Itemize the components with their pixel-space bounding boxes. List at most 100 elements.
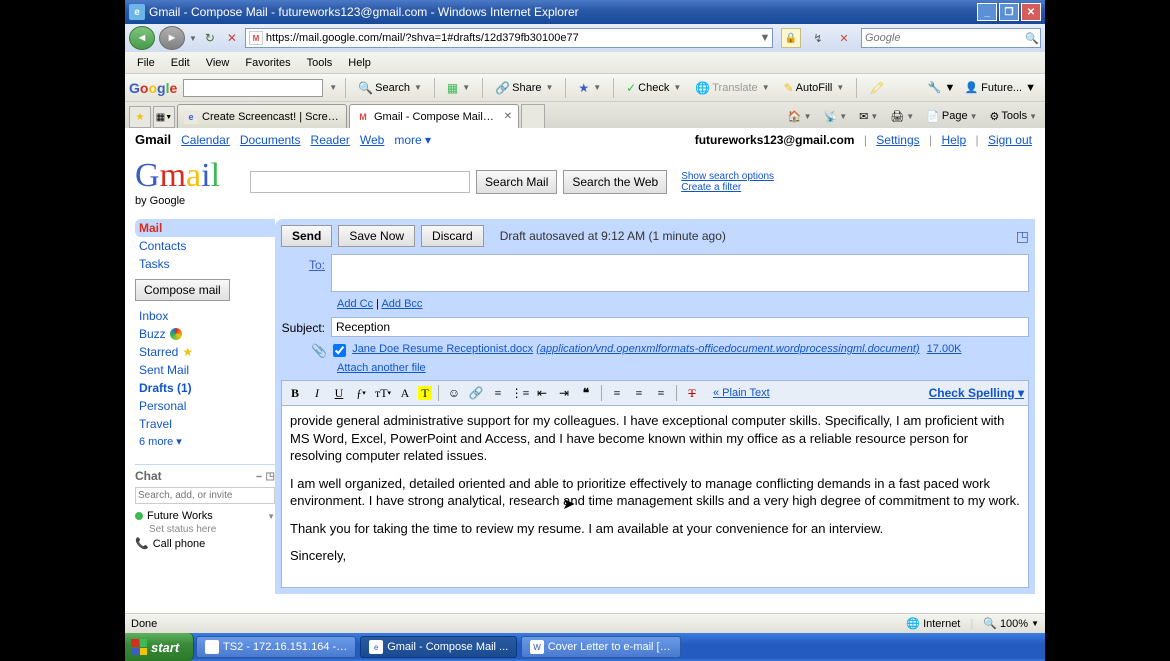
nav-reader[interactable]: Reader <box>311 133 350 147</box>
create-filter-link[interactable]: Create a filter <box>681 182 774 193</box>
align-right-button[interactable]: ≡ <box>652 384 670 402</box>
back-button[interactable]: ◄ <box>129 26 155 50</box>
menu-favorites[interactable]: Favorites <box>237 54 298 72</box>
minimize-button[interactable]: _ <box>977 3 997 21</box>
align-center-button[interactable]: ≡ <box>630 384 648 402</box>
toolbar-search-button[interactable]: 🔍Search▼ <box>354 79 426 97</box>
plain-text-link[interactable]: « Plain Text <box>713 387 770 399</box>
attach-another-link[interactable]: Attach another file <box>337 362 426 374</box>
chat-call-phone[interactable]: 📞Call phone <box>135 535 275 552</box>
add-bcc-link[interactable]: Add Bcc <box>381 298 422 310</box>
chat-search-input[interactable] <box>135 487 275 504</box>
chat-status-text[interactable]: Set status here <box>135 524 275 535</box>
refresh-button[interactable]: ↻ <box>201 29 219 47</box>
toolbar-share-button[interactable]: 🔗Share▼ <box>491 79 557 97</box>
font-button[interactable]: ƒ▾ <box>352 384 370 402</box>
signout-link[interactable]: Sign out <box>988 133 1032 147</box>
page-menu[interactable]: 📄Page▼ <box>922 108 981 125</box>
numbered-list-button[interactable]: ≡ <box>489 384 507 402</box>
toolbar-signin-button[interactable]: 🔧▼ 👤Future...▼ <box>923 79 1041 96</box>
quote-button[interactable]: ❝ <box>577 384 595 402</box>
search-mail-button[interactable]: Search Mail <box>476 170 557 194</box>
underline-button[interactable]: U <box>330 384 348 402</box>
new-tab-button[interactable] <box>521 104 545 128</box>
bold-button[interactable]: B <box>286 384 304 402</box>
mail-button[interactable]: ✉▼ <box>855 108 882 125</box>
search-web-button[interactable]: Search the Web <box>563 170 667 194</box>
link-button[interactable]: 🔗 <box>467 384 485 402</box>
forward-button[interactable]: ► <box>159 26 185 50</box>
address-bar[interactable]: M ▼ <box>245 28 773 48</box>
popout-icon[interactable]: ◳ <box>1016 228 1029 245</box>
save-now-button[interactable]: Save Now <box>338 225 415 247</box>
sidebar-more-labels[interactable]: 6 more ▾ <box>135 433 275 450</box>
quick-tabs-button[interactable]: ▦▼ <box>153 106 175 128</box>
browser-search-input[interactable] <box>862 32 1024 44</box>
subject-field[interactable] <box>331 317 1029 337</box>
url-input[interactable] <box>266 29 758 47</box>
remove-format-button[interactable]: T <box>683 384 701 402</box>
tools-menu[interactable]: ⚙Tools▼ <box>986 108 1041 125</box>
url-dropdown[interactable]: ▼ <box>758 32 772 44</box>
sidebar-travel[interactable]: Travel <box>135 415 275 433</box>
italic-button[interactable]: I <box>308 384 326 402</box>
compat-view-button[interactable]: ↯ <box>809 29 827 47</box>
refresh-icon[interactable]: ✕ <box>835 29 853 47</box>
toolbar-check-button[interactable]: ✓Check▼ <box>622 79 685 97</box>
tab-close-icon[interactable]: ✕ <box>504 111 512 122</box>
feeds-button[interactable]: 📡▼ <box>820 108 852 125</box>
attachment-filename[interactable]: Jane Doe Resume Receptionist.docx <box>352 343 533 355</box>
search-icon[interactable]: 🔍 <box>1024 32 1040 45</box>
help-link[interactable]: Help <box>941 133 966 147</box>
browser-search-box[interactable]: 🔍 <box>861 28 1041 48</box>
nav-web[interactable]: Web <box>360 133 384 147</box>
toolbar-bookmarks-button[interactable]: ★▼ <box>574 79 605 97</box>
indent-button[interactable]: ⇥ <box>555 384 573 402</box>
nav-more[interactable]: more ▾ <box>394 133 431 147</box>
restore-button[interactable]: ❐ <box>999 3 1019 21</box>
check-spelling-link[interactable]: Check Spelling ▾ <box>929 386 1024 400</box>
send-button[interactable]: Send <box>281 225 332 247</box>
google-toolbar-search[interactable] <box>183 79 323 97</box>
taskbar-item-ts2[interactable]: 🖥TS2 - 172.16.151.164 - ... <box>196 636 356 658</box>
highlight-button[interactable]: T <box>418 386 432 400</box>
taskbar-item-word[interactable]: WCover Letter to e-mail [C... <box>521 636 681 658</box>
toolbar-autofill-button[interactable]: ✎AutoFill▼ <box>780 79 849 97</box>
sidebar-contacts[interactable]: Contacts <box>135 237 275 255</box>
compose-body[interactable]: provide general administrative support f… <box>281 405 1029 588</box>
add-cc-link[interactable]: Add Cc <box>337 298 373 310</box>
favorites-star-button[interactable]: ★ <box>129 106 151 128</box>
toolbar-more-button[interactable]: ▦▼ <box>443 79 474 97</box>
bullet-list-button[interactable]: ⋮≡ <box>511 384 529 402</box>
chat-popout-icon[interactable]: ◳ <box>266 471 275 482</box>
menu-view[interactable]: View <box>198 54 238 72</box>
sidebar-mail[interactable]: Mail <box>135 219 275 237</box>
sidebar-starred[interactable]: Starred ★ <box>135 343 275 361</box>
nav-documents[interactable]: Documents <box>240 133 301 147</box>
sidebar-drafts[interactable]: Drafts (1) <box>135 379 275 397</box>
compose-mail-button[interactable]: Compose mail <box>135 279 230 301</box>
settings-link[interactable]: Settings <box>876 133 919 147</box>
taskbar-item-gmail[interactable]: eGmail - Compose Mail ... <box>360 636 517 658</box>
sidebar-inbox[interactable]: Inbox <box>135 307 275 325</box>
menu-tools[interactable]: Tools <box>299 54 341 72</box>
toolbar-highlight-button[interactable]: 🖍 <box>865 79 888 97</box>
home-button[interactable]: 🏠▼ <box>784 108 816 125</box>
discard-button[interactable]: Discard <box>421 225 484 247</box>
nav-calendar[interactable]: Calendar <box>181 133 230 147</box>
stop-button[interactable]: ✕ <box>223 29 241 47</box>
menu-help[interactable]: Help <box>340 54 379 72</box>
close-button[interactable]: ✕ <box>1021 3 1041 21</box>
emoji-button[interactable]: ☺ <box>445 384 463 402</box>
mail-search-input[interactable] <box>250 171 470 193</box>
menu-edit[interactable]: Edit <box>163 54 198 72</box>
chat-options-icon[interactable]: ⎯ <box>257 471 262 482</box>
menu-file[interactable]: File <box>129 54 163 72</box>
print-button[interactable]: 🖨▼ <box>886 108 918 125</box>
sidebar-tasks[interactable]: Tasks <box>135 255 275 273</box>
attachment-checkbox[interactable] <box>333 344 346 357</box>
sidebar-sentmail[interactable]: Sent Mail <box>135 361 275 379</box>
start-button[interactable]: start <box>125 633 194 661</box>
gsearch-dropdown[interactable]: ▼ <box>329 83 337 92</box>
text-color-button[interactable]: A <box>396 384 414 402</box>
